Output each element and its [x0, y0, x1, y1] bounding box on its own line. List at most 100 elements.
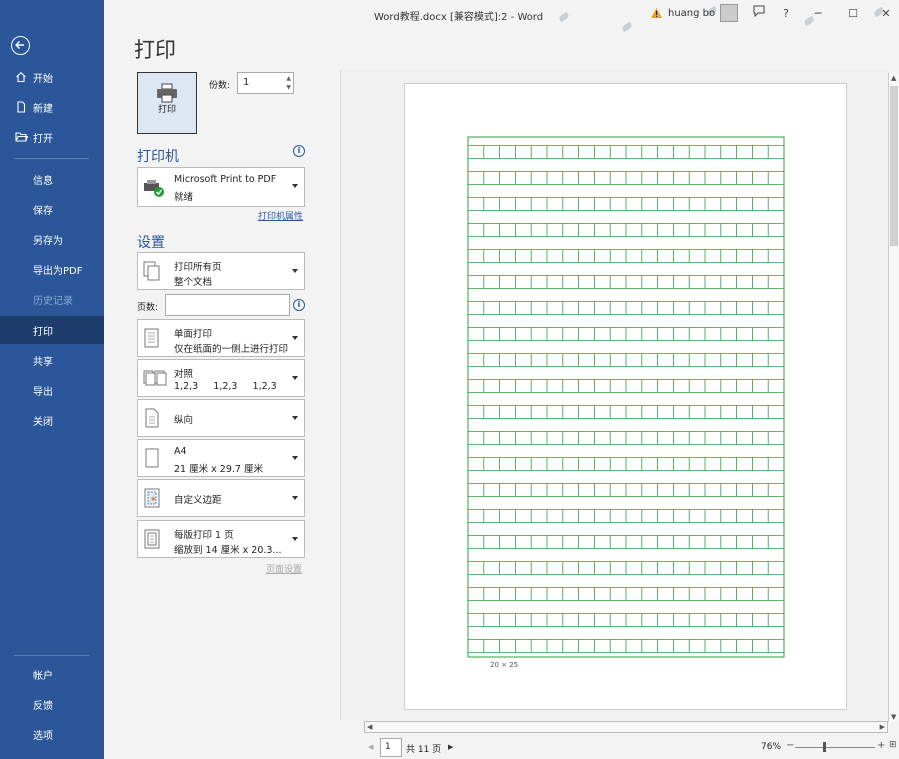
sidebar-item-feedback[interactable]: 反馈	[0, 690, 104, 718]
pages-icon	[143, 261, 160, 281]
scroll-down-icon[interactable]: ▼	[891, 713, 896, 721]
sidebar-item-export[interactable]: 导出	[0, 376, 104, 404]
sidebar-item-label: 开始	[33, 73, 53, 85]
page-title: 打印	[134, 38, 176, 62]
zoom-slider[interactable]	[795, 747, 875, 748]
sidebar-item-save-as[interactable]: 另存为	[0, 225, 104, 253]
fit-page-icon[interactable]: ⊞	[889, 740, 897, 750]
chevron-down-icon	[292, 336, 298, 340]
zoom-in-icon[interactable]: +	[877, 740, 885, 751]
portrait-icon	[145, 408, 159, 428]
minimize-button[interactable]: ─	[809, 5, 827, 23]
sidebar-item-label: 导出	[33, 386, 53, 398]
prev-page-icon[interactable]: ◀	[368, 743, 373, 751]
sidebar-item-save[interactable]: 保存	[0, 195, 104, 223]
collate-select[interactable]: 对照 1,2,3 1,2,3 1,2,3	[137, 359, 305, 397]
title-bar: Word教程.docx [兼容模式]:2 - Word huang bo ? ─…	[104, 0, 899, 33]
sidebar-item-open[interactable]: 打开	[0, 123, 104, 151]
sidebar-item-label: 导出为PDF	[33, 265, 83, 277]
printer-name: Microsoft Print to PDF	[174, 174, 277, 185]
maximize-button[interactable]: ☐	[844, 5, 862, 23]
sidebar-divider	[14, 655, 89, 656]
grid-row	[468, 275, 784, 289]
print-button[interactable]: 打印	[137, 72, 197, 134]
sidebar-item-close[interactable]: 关闭	[0, 406, 104, 434]
grid-row	[468, 587, 784, 601]
grid-row	[468, 327, 784, 341]
zoom-slider-handle[interactable]	[823, 742, 826, 752]
printer-icon	[157, 83, 177, 103]
sidebar-item-home[interactable]: 开始	[0, 63, 104, 91]
pages-per-sheet-sub: 缩放到 14 厘米 x 20.3...	[174, 545, 282, 556]
folder-open-icon	[14, 130, 28, 144]
orientation-select[interactable]: 纵向	[137, 399, 305, 437]
spin-arrows-icon[interactable]: ▲ ▼	[286, 74, 291, 92]
sidebar-item-export-pdf[interactable]: 导出为PDF	[0, 255, 104, 283]
copies-stepper[interactable]: 1 ▲ ▼	[237, 72, 294, 94]
feedback-icon[interactable]	[750, 5, 768, 23]
user-name[interactable]: huang bo	[668, 8, 715, 19]
grid-caption: 20 × 25	[490, 661, 519, 669]
grid-row	[468, 379, 784, 393]
pages-per-sheet-select[interactable]: 每版打印 1 页 缩放到 14 厘米 x 20.3...	[137, 520, 305, 558]
print-range-select[interactable]: 打印所有页 整个文档	[137, 252, 305, 290]
margins-icon: ★	[144, 488, 160, 508]
sidebar-item-label: 保存	[33, 205, 53, 217]
current-page-input[interactable]: 1	[380, 738, 402, 757]
paper-icon	[145, 448, 159, 468]
sidebar-item-label: 信息	[33, 175, 53, 187]
grid-row	[468, 301, 784, 315]
printer-select[interactable]: Microsoft Print to PDF 就绪	[137, 167, 305, 207]
sidebar-item-label: 共享	[33, 356, 53, 368]
sidebar-item-options[interactable]: 选项	[0, 720, 104, 748]
pages-input[interactable]	[165, 294, 290, 316]
sides-select[interactable]: 单面打印 仅在纸面的一侧上进行打印	[137, 319, 305, 357]
grid-row	[468, 353, 784, 367]
sidebar-item-new[interactable]: 新建	[0, 93, 104, 121]
printer-status: 就绪	[174, 192, 194, 203]
sidebar-item-info[interactable]: 信息	[0, 165, 104, 193]
scroll-right-icon[interactable]: ▶	[880, 723, 885, 731]
grid-row	[468, 405, 784, 419]
next-page-icon[interactable]: ▶	[448, 743, 453, 751]
back-button[interactable]	[11, 36, 30, 55]
margins-label: 自定义边距	[174, 495, 222, 506]
paper-size-select[interactable]: A4 21 厘米 x 29.7 厘米	[137, 439, 305, 477]
chevron-down-icon	[292, 184, 298, 188]
grid-row	[468, 535, 784, 549]
scroll-up-icon[interactable]: ▲	[891, 74, 896, 82]
sidebar-item-account[interactable]: 帐户	[0, 660, 104, 688]
total-pages: 共 11 页	[406, 745, 442, 755]
margins-select[interactable]: ★ 自定义边距	[137, 479, 305, 517]
vertical-scrollbar[interactable]: ▲ ▼	[888, 73, 899, 722]
chevron-down-icon	[292, 496, 298, 500]
printer-properties-link[interactable]: 打印机属性	[258, 209, 303, 222]
manuscript-grid	[467, 136, 785, 658]
zoom-out-icon[interactable]: −	[786, 740, 794, 751]
orientation-label: 纵向	[174, 415, 194, 426]
sidebar-item-label: 新建	[33, 103, 53, 115]
scroll-left-icon[interactable]: ◀	[367, 723, 372, 731]
avatar[interactable]	[720, 4, 738, 22]
sidebar-item-label: 帐户	[33, 670, 53, 682]
grid-row	[468, 509, 784, 523]
copies-value: 1	[243, 77, 250, 88]
info-icon[interactable]: i	[293, 299, 305, 311]
grid-row	[468, 431, 784, 445]
page-setup-link[interactable]: 页面设置	[266, 562, 302, 575]
warning-icon[interactable]	[650, 7, 663, 19]
sidebar-item-share[interactable]: 共享	[0, 346, 104, 374]
close-button[interactable]: ✕	[877, 5, 895, 23]
preview-navigation: ◀ 1 共 11 页 ▶ 76% − + ⊞	[340, 736, 899, 759]
new-doc-icon	[14, 100, 28, 114]
scroll-thumb[interactable]	[890, 86, 898, 246]
settings-heading: 设置	[137, 235, 165, 251]
home-icon	[14, 70, 28, 84]
horizontal-scrollbar[interactable]: ◀ ▶	[364, 721, 888, 733]
help-button[interactable]: ?	[777, 5, 795, 23]
sidebar-item-label: 关闭	[33, 416, 53, 428]
info-icon[interactable]: i	[293, 145, 305, 157]
collate-icon	[143, 370, 167, 386]
grid-row	[468, 145, 784, 159]
sidebar-item-print[interactable]: 打印	[0, 316, 104, 344]
